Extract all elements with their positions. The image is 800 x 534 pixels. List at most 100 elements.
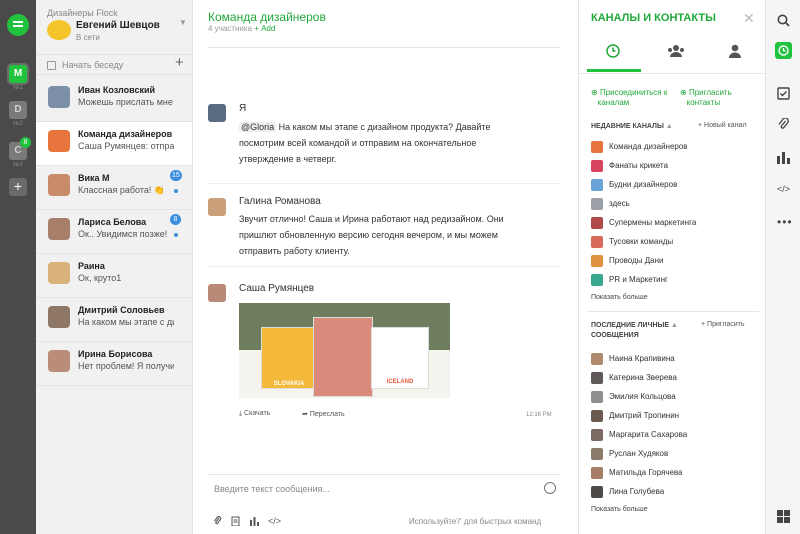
compose-icon [47, 61, 56, 70]
search-icon[interactable] [777, 14, 790, 27]
card-label: ICELAND [386, 379, 414, 385]
history-icon[interactable] [775, 42, 792, 59]
image-attachment[interactable]: SLOVAKIA ICELAND [239, 303, 450, 398]
chat-name: Дмитрий Соловьев [78, 305, 165, 315]
poll-icon[interactable] [250, 516, 259, 528]
chat-preview: Можешь прислать мне с [78, 97, 174, 107]
unread-badge: 15 [170, 170, 182, 181]
code-snippet-icon[interactable]: </> [777, 184, 790, 197]
code-snippet-icon[interactable]: </> [268, 516, 281, 526]
chat-preview: На каком мы этапе с ди [78, 317, 174, 327]
user-name[interactable]: Евгений Шевцов [76, 20, 160, 31]
avatar[interactable] [208, 198, 226, 216]
invite-link[interactable]: + Пригласить [701, 321, 745, 328]
recent-channels-header[interactable]: НЕДАВНИЕ КАНАЛЫ ▲ [591, 122, 673, 132]
flock-logo-icon[interactable] [7, 14, 29, 36]
message-separator [208, 183, 560, 184]
group-icon [668, 45, 684, 57]
avatar [591, 467, 603, 479]
chat-list-panel: Дизайнеры Flock Евгений Шевцов В сети ▼ … [36, 0, 193, 534]
todo-icon[interactable] [777, 87, 790, 100]
add-member-link[interactable]: + Add [254, 24, 275, 33]
travel-card [313, 317, 373, 397]
add-workspace-button[interactable]: + [9, 178, 27, 196]
chevron-down-icon[interactable]: ▼ [179, 18, 187, 27]
chat-list-item[interactable]: Вика М Классная работа! 👏 15 [36, 166, 192, 210]
user-avatar[interactable] [47, 20, 71, 40]
forward-button[interactable]: ➦ Переслать [302, 410, 345, 418]
avatar [48, 306, 70, 328]
channel-avatar [591, 236, 603, 248]
message-author[interactable]: Я [239, 103, 246, 114]
avatar[interactable] [208, 284, 226, 302]
document-icon[interactable] [231, 516, 240, 528]
member-count[interactable]: 4 участника [208, 24, 252, 33]
join-channels-link[interactable]: ⊕ Присоединиться к каналам [591, 88, 667, 108]
avatar [591, 448, 603, 460]
workspace-rail: M №1 D №2 C 8 №3 + [0, 0, 36, 534]
chat-list-item[interactable]: Дмитрий Соловьев На каком мы этапе с ди [36, 298, 192, 342]
avatar [591, 429, 603, 441]
conversation-title: Команда дизайнеров [208, 10, 326, 24]
new-channel-link[interactable]: + Новый канал [698, 122, 747, 129]
recent-dm-header[interactable]: ПОСЛЕДНИЕ ЛИЧНЫЕ ▲ СООБЩЕНИЯ [591, 321, 678, 341]
message-text: Звучит отлично! Саша и Ирина работают на… [239, 214, 504, 256]
channel-avatar [591, 160, 603, 172]
message-input[interactable]: Введите текст сообщения... [214, 484, 514, 494]
show-more-contacts-link[interactable]: Показать больше [591, 506, 648, 513]
channel-name: PR и Маркетинг [609, 275, 668, 284]
chat-list-item[interactable]: Лариса Белова Ок.. Увидимся позже! 8 [36, 210, 192, 254]
message-author[interactable]: Саша Румянцев [239, 283, 314, 294]
tab-recent[interactable] [606, 44, 620, 58]
chat-list-item[interactable]: Иван Козловский Можешь прислать мне с [36, 78, 192, 122]
app-grid-icon[interactable] [777, 510, 790, 523]
workspace-m[interactable]: M [9, 65, 27, 83]
person-icon [729, 44, 741, 58]
channel-avatar [591, 217, 603, 229]
more-icon[interactable]: ••• [777, 215, 792, 229]
team-name: Дизайнеры Flock [47, 8, 118, 18]
chat-name: Раина [78, 261, 105, 271]
avatar [591, 410, 603, 422]
avatar [48, 350, 70, 372]
avatar [48, 130, 70, 152]
channel-name: Проводы Дани [609, 256, 664, 265]
attachment-icon[interactable] [777, 117, 790, 131]
tab-contacts[interactable] [728, 44, 742, 58]
chat-preview: Ок, круто1 [78, 273, 122, 283]
attachment-icon[interactable] [213, 516, 222, 528]
clock-icon [606, 44, 620, 58]
chat-name: Вика М [78, 173, 110, 183]
mention[interactable]: @Gloria [239, 122, 277, 132]
tab-channels[interactable] [667, 44, 685, 58]
chat-preview: Ок.. Увидимся позже! [78, 229, 168, 239]
chat-list-item[interactable]: Команда дизайнеров Саша Румянцев: отправ [36, 122, 192, 166]
poll-icon[interactable] [777, 151, 790, 164]
chat-list-item[interactable]: Раина Ок, круто1 [36, 254, 192, 298]
contact-name: Наина Крапивина [609, 354, 675, 363]
message-author[interactable]: Галина Романова [239, 196, 321, 207]
message-separator [208, 266, 560, 267]
avatar [591, 353, 603, 365]
new-chat-button[interactable]: Начать беседу + [36, 54, 192, 75]
channel-avatar [591, 198, 603, 210]
channel-name: Фанаты крикета [609, 161, 669, 170]
unread-badge: 8 [170, 214, 181, 225]
download-button[interactable]: ⤓ Скачать [239, 410, 270, 418]
workspace-d[interactable]: D [9, 101, 27, 119]
chat-name: Ирина Борисова [78, 349, 153, 359]
invite-contacts-link[interactable]: ⊕ Пригласить контакты [680, 88, 732, 108]
avatar [591, 486, 603, 498]
new-chat-label: Начать беседу [62, 60, 124, 70]
avatar[interactable] [208, 104, 226, 122]
show-more-channels-link[interactable]: Показать больше [591, 294, 648, 301]
close-icon[interactable]: ✕ [743, 10, 755, 27]
chat-list-item[interactable]: Ирина Борисова Нет проблем! Я получи [36, 342, 192, 386]
user-status: В сети [76, 33, 100, 42]
contact-name: Матильда Горячева [609, 468, 683, 477]
channel-name: Будни дизайнеров [609, 180, 678, 189]
emoji-icon[interactable] [544, 482, 556, 494]
composer-divider [208, 474, 560, 475]
avatar [48, 262, 70, 284]
plus-icon[interactable]: + [175, 54, 184, 71]
